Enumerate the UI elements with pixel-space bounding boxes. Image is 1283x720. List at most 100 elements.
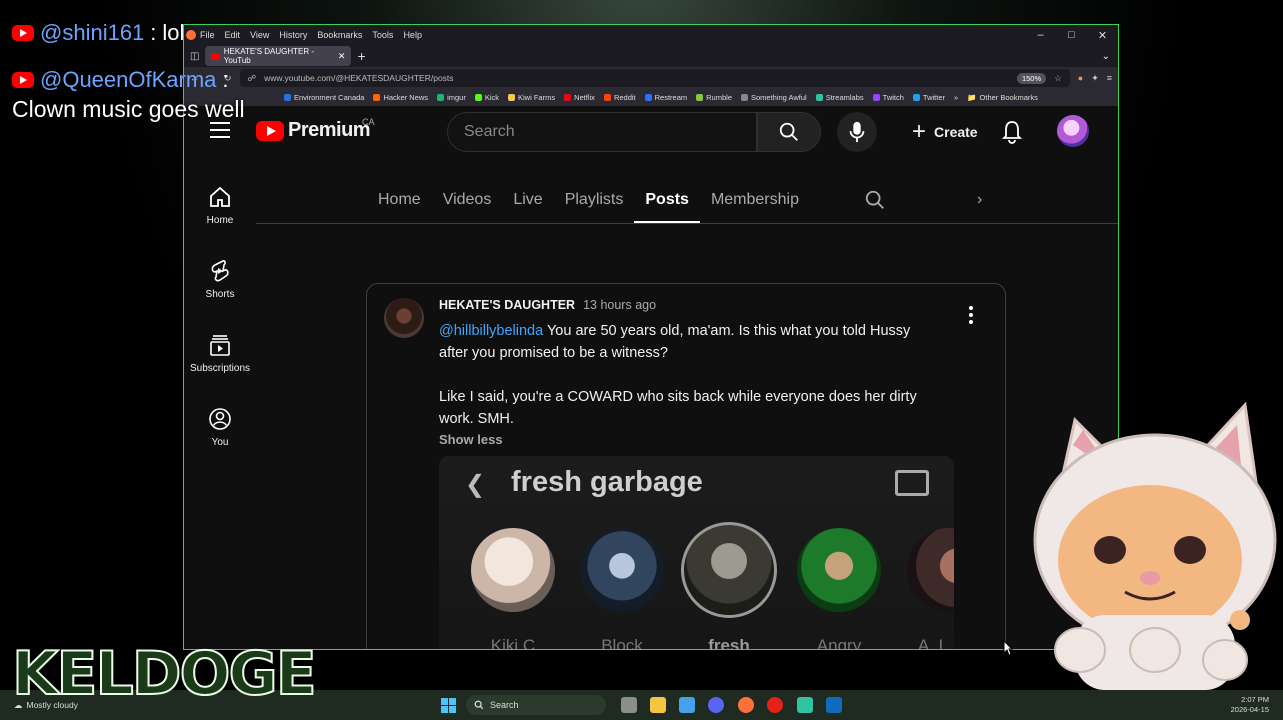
sidenav-item-subscriptions[interactable]: Subscriptions bbox=[184, 333, 256, 407]
voice-search-button[interactable] bbox=[837, 112, 877, 152]
youtube-header: Premium CA Search + Create bbox=[184, 109, 1118, 155]
menu-file[interactable]: File bbox=[200, 30, 215, 40]
start-button[interactable] bbox=[441, 698, 456, 713]
tab-home[interactable]: Home bbox=[367, 185, 432, 223]
bookmark-streamlabs[interactable]: Streamlabs bbox=[815, 93, 864, 102]
chat-message: Clown music goes well bbox=[12, 96, 245, 122]
youtube-icon bbox=[12, 72, 34, 88]
firefox-icon[interactable] bbox=[738, 697, 754, 713]
maximize-icon[interactable]: □ bbox=[1056, 29, 1087, 42]
channel-thumb[interactable] bbox=[681, 522, 777, 618]
bookmarks-toolbar: Environment Canada Hacker News imgur Kic… bbox=[184, 89, 1118, 107]
bookmark-environment-canada[interactable]: Environment Canada bbox=[284, 93, 364, 102]
more-actions-icon[interactable] bbox=[969, 306, 973, 324]
menu-icon[interactable]: ≡ bbox=[1107, 73, 1112, 83]
menu-help[interactable]: Help bbox=[403, 30, 422, 40]
channel-thumb[interactable] bbox=[471, 528, 555, 612]
embed-title: fresh garbage bbox=[511, 466, 703, 498]
channel-label: fresh bbox=[708, 636, 750, 650]
close-icon[interactable]: ✕ bbox=[1087, 29, 1118, 42]
menu-view[interactable]: View bbox=[250, 30, 269, 40]
tab-live[interactable]: Live bbox=[502, 185, 553, 223]
chevron-right-icon[interactable]: › bbox=[977, 191, 982, 209]
tab-list-icon[interactable]: ◫ bbox=[190, 51, 199, 62]
zoom-level[interactable]: 150% bbox=[1016, 72, 1047, 84]
bookmark-hacker-news[interactable]: Hacker News bbox=[373, 93, 428, 102]
sidenav-item-home[interactable]: Home bbox=[184, 185, 256, 259]
guide-menu-icon[interactable] bbox=[210, 122, 230, 138]
folder-icon: 📁 bbox=[967, 93, 977, 102]
file-explorer-icon[interactable] bbox=[650, 697, 666, 713]
streaming-app-icon[interactable] bbox=[797, 697, 813, 713]
bookmark-star-icon[interactable]: ☆ bbox=[1054, 73, 1062, 84]
shield-icon[interactable]: ☍ bbox=[248, 73, 257, 84]
channel-thumb[interactable] bbox=[580, 528, 664, 612]
minimize-icon[interactable]: – bbox=[1025, 29, 1056, 42]
tab-videos[interactable]: Videos bbox=[432, 185, 503, 223]
youtube-app-icon[interactable] bbox=[767, 697, 783, 713]
search-button[interactable] bbox=[757, 112, 821, 152]
bookmark-imgur[interactable]: imgur bbox=[437, 93, 466, 102]
post-time[interactable]: 13 hours ago bbox=[583, 298, 656, 312]
sidenav-label: Home bbox=[206, 215, 234, 226]
bookmarks-overflow-icon[interactable]: » bbox=[954, 93, 958, 102]
home-icon bbox=[210, 186, 230, 207]
system-clock[interactable]: 2:07 PM 2026-04-15 bbox=[1231, 695, 1269, 715]
tab-posts[interactable]: Posts bbox=[634, 185, 700, 223]
bookmark-kick[interactable]: Kick bbox=[474, 93, 499, 102]
author-avatar[interactable] bbox=[384, 298, 424, 338]
screen: @shini161 : lol @QueenOfKarma : Clown mu… bbox=[0, 0, 1283, 720]
tab-membership[interactable]: Membership bbox=[700, 185, 810, 223]
tabs-divider bbox=[256, 223, 1118, 224]
task-view-icon[interactable] bbox=[621, 697, 637, 713]
sidenav-item-shorts[interactable]: Shorts bbox=[184, 259, 256, 333]
browser-tab[interactable]: HEKATE'S DAUGHTER - YouTub ✕ bbox=[205, 46, 352, 66]
sidenav-label: Subscriptions bbox=[189, 363, 251, 374]
page-url: www.youtube.com/@HEKATESDAUGHTER/posts bbox=[264, 73, 454, 83]
mention-link[interactable]: @hillbillybelinda bbox=[439, 323, 543, 339]
channel-search-button[interactable] bbox=[864, 189, 886, 216]
bookmark-something-awful[interactable]: Something Awful bbox=[740, 93, 807, 102]
show-less-button[interactable]: Show less bbox=[439, 432, 503, 447]
tab-playlists[interactable]: Playlists bbox=[554, 185, 635, 223]
tab-overflow-icon[interactable]: ⌄ bbox=[1102, 51, 1110, 62]
menu-edit[interactable]: Edit bbox=[225, 30, 241, 40]
bookmark-rumble[interactable]: Rumble bbox=[696, 93, 732, 102]
discord-icon[interactable] bbox=[708, 697, 724, 713]
menu-tools[interactable]: Tools bbox=[372, 30, 393, 40]
new-tab-button[interactable]: + bbox=[357, 48, 365, 64]
back-chevron-icon[interactable]: ❮ bbox=[465, 470, 485, 499]
cast-icon[interactable] bbox=[895, 470, 929, 496]
menu-bookmarks[interactable]: Bookmarks bbox=[317, 30, 362, 40]
extension-icon[interactable]: ● bbox=[1078, 73, 1083, 83]
window-controls: – □ ✕ bbox=[1025, 29, 1118, 42]
menu-history[interactable]: History bbox=[279, 30, 307, 40]
bookmark-kiwi-farms[interactable]: Kiwi Farms bbox=[508, 93, 555, 102]
create-button[interactable]: + Create bbox=[898, 112, 992, 152]
outlook-icon[interactable] bbox=[826, 697, 842, 713]
browser-window: File Edit View History Bookmarks Tools H… bbox=[183, 24, 1119, 650]
channel-thumb[interactable] bbox=[797, 528, 881, 612]
bookmark-twitter[interactable]: Twitter bbox=[912, 93, 945, 102]
channel-thumb[interactable] bbox=[907, 528, 954, 612]
embedded-video[interactable]: ❮ fresh garbage Kiki C Block fresh Angry… bbox=[439, 456, 954, 650]
bookmark-twitch[interactable]: Twitch bbox=[872, 93, 904, 102]
post-author[interactable]: HEKATE'S DAUGHTER bbox=[439, 298, 575, 312]
other-bookmarks[interactable]: 📁 Other Bookmarks bbox=[967, 93, 1038, 102]
chat-line: @QueenOfKarma : bbox=[12, 67, 229, 93]
bookmark-reddit[interactable]: Reddit bbox=[603, 93, 636, 102]
chat-line: @shini161 : lol bbox=[12, 20, 184, 46]
account-avatar[interactable] bbox=[1057, 115, 1089, 147]
sidenav-item-you[interactable]: You bbox=[184, 407, 256, 481]
close-tab-icon[interactable]: ✕ bbox=[338, 51, 346, 62]
search-input[interactable]: Search bbox=[447, 112, 757, 152]
bookmark-netflix[interactable]: Netflix bbox=[564, 93, 595, 102]
notifications-button[interactable] bbox=[1001, 120, 1023, 149]
extensions-puzzle-icon[interactable]: ✦ bbox=[1091, 73, 1099, 84]
bookmark-restream[interactable]: Restream bbox=[644, 93, 687, 102]
copilot-icon[interactable] bbox=[679, 697, 695, 713]
address-bar[interactable]: ☍ www.youtube.com/@HEKATESDAUGHTER/posts… bbox=[239, 69, 1070, 87]
youtube-premium-logo[interactable]: Premium CA bbox=[256, 117, 375, 142]
post-text: @hillbillybelinda You are 50 years old, … bbox=[439, 320, 939, 430]
taskbar-search[interactable]: Search bbox=[466, 695, 606, 715]
